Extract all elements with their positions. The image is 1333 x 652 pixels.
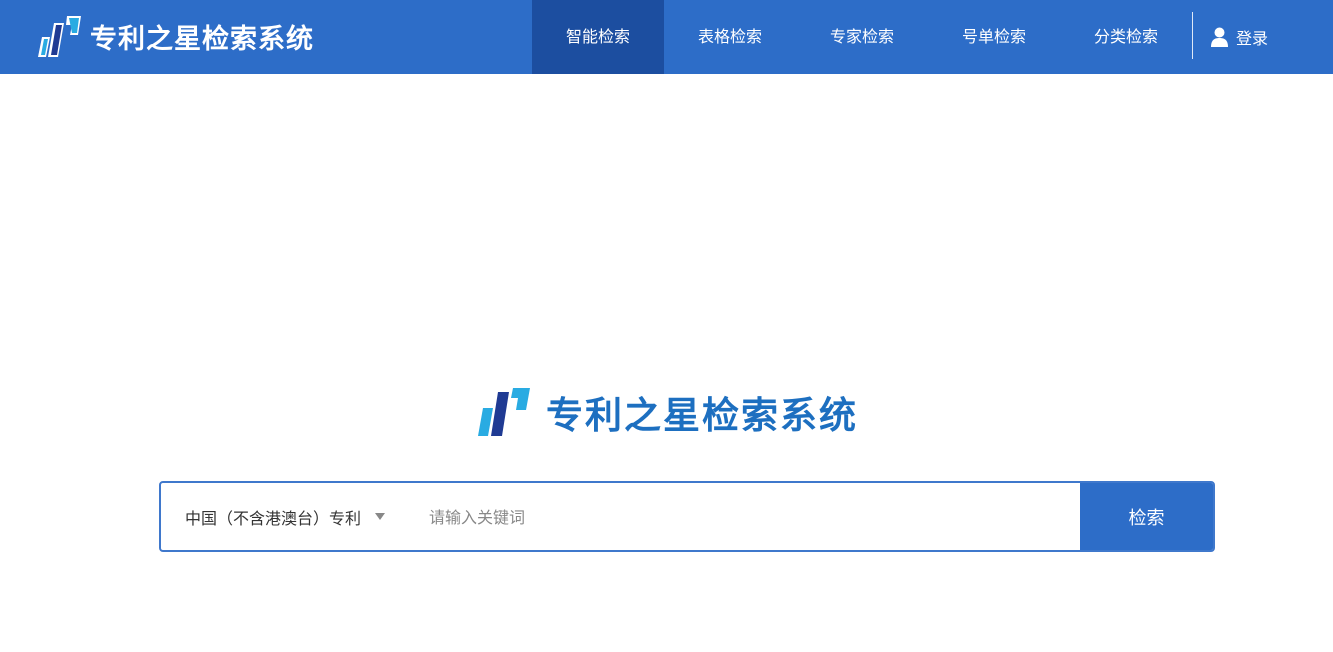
- login-label: 登录: [1236, 29, 1269, 48]
- nav-smart-search[interactable]: 智能检索: [532, 0, 664, 74]
- user-icon: [1211, 27, 1228, 47]
- scope-select[interactable]: 中国（不含港澳台）专利: [185, 483, 386, 550]
- hero-title: 专利之星检索系统: [546, 394, 858, 437]
- scope-selected-value: 中国（不含港澳台）专利: [185, 508, 362, 528]
- brand-logo-icon: [38, 16, 81, 57]
- nav-expert-search[interactable]: 专家检索: [796, 0, 928, 74]
- hero-logo-icon: [478, 388, 530, 436]
- login-button[interactable]: 登录: [1211, 0, 1268, 74]
- top-navigation-bar: 专利之星检索系统 智能检索 表格检索 专家检索 号单检索 分类检索 登录: [0, 0, 1333, 74]
- caret-down-icon: [375, 513, 386, 520]
- nav-number-list-search[interactable]: 号单检索: [928, 0, 1060, 74]
- brand-name: 专利之星检索系统: [90, 23, 314, 55]
- search-button[interactable]: 检索: [1080, 483, 1213, 550]
- hero-brand: 专利之星检索系统: [476, 386, 858, 438]
- nav-table-search[interactable]: 表格检索: [664, 0, 796, 74]
- nav-divider: [1192, 12, 1193, 59]
- nav-classification-search[interactable]: 分类检索: [1060, 0, 1192, 74]
- keyword-input[interactable]: [429, 497, 1069, 537]
- brand[interactable]: 专利之星检索系统: [36, 13, 314, 59]
- search-bar: 中国（不含港澳台）专利 检索: [159, 481, 1215, 552]
- main-nav: 智能检索 表格检索 专家检索 号单检索 分类检索: [532, 0, 1192, 74]
